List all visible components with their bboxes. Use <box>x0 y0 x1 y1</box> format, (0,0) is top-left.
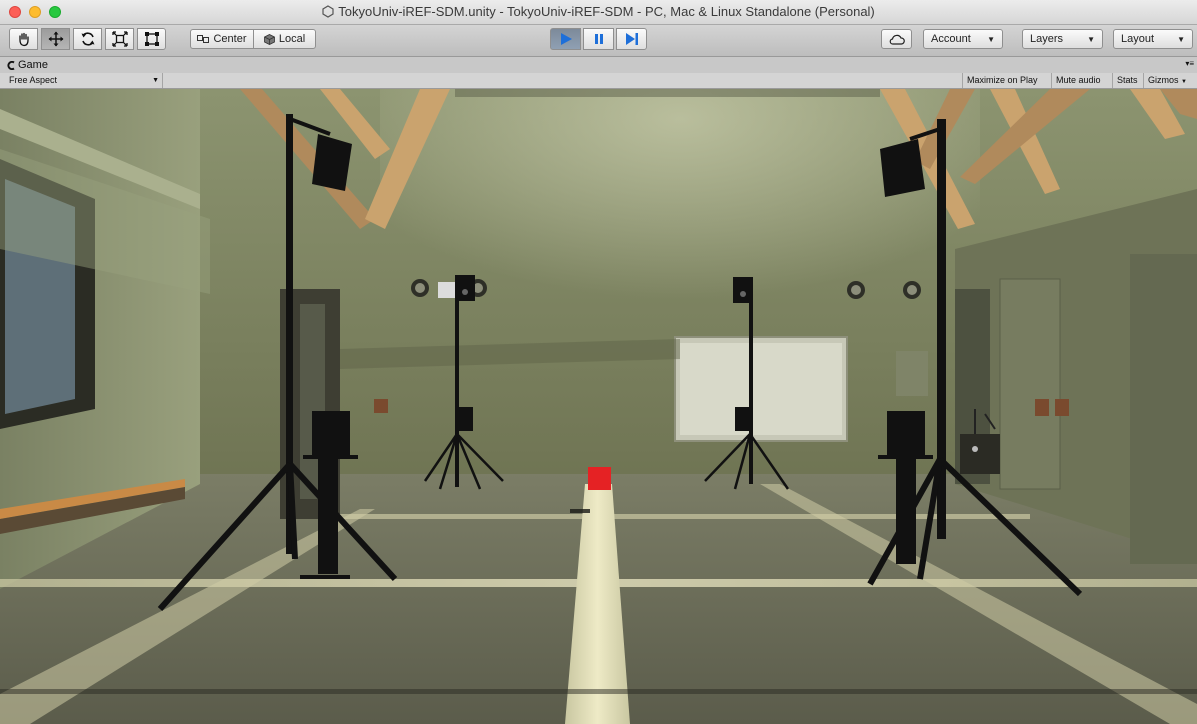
gizmos-dropdown[interactable]: Gizmos ▼ <box>1143 73 1197 88</box>
gizmos-label: Gizmos <box>1148 75 1179 85</box>
account-label: Account <box>931 33 971 45</box>
unity-document-icon <box>322 5 334 18</box>
mute-audio-toggle[interactable]: Mute audio <box>1051 73 1112 88</box>
play-icon <box>560 33 572 45</box>
hand-tool-button[interactable] <box>9 28 38 50</box>
game-viewport[interactable] <box>0 89 1197 724</box>
scene-render <box>0 89 1197 724</box>
game-view-tab-bar: Game ▾≡ <box>0 57 1197 74</box>
tab-menu-icon[interactable]: ▾≡ <box>1185 59 1194 68</box>
game-controller-icon <box>7 60 15 70</box>
dropdown-arrow-icon: ▼ <box>1181 79 1187 85</box>
main-toolbar: Center Local Account ▼ Layers ▼ Layout ▼ <box>0 25 1197 57</box>
pivot-local-label: Local <box>278 33 306 45</box>
stats-toggle[interactable]: Stats <box>1112 73 1143 88</box>
move-arrows-icon <box>48 31 63 47</box>
scale-icon <box>111 31 128 47</box>
dropdown-arrow-icon: ▼ <box>1177 34 1185 44</box>
window-titlebar: TokyoUniv-iREF-SDM.unity - TokyoUniv-iRE… <box>0 0 1197 25</box>
step-button[interactable] <box>616 28 647 50</box>
layout-dropdown[interactable]: Layout ▼ <box>1113 29 1193 49</box>
layers-dropdown[interactable]: Layers ▼ <box>1022 29 1103 49</box>
pause-icon <box>594 34 603 44</box>
rect-transform-icon <box>144 32 159 46</box>
dropdown-arrow-icon: ▼ <box>152 77 159 84</box>
maximize-on-play-label: Maximize on Play <box>967 75 1038 85</box>
pivot-icon <box>197 35 210 43</box>
layout-label: Layout <box>1121 33 1155 45</box>
dropdown-arrow-icon: ▼ <box>1087 34 1095 44</box>
aspect-label: Free Aspect <box>9 75 58 85</box>
maximize-on-play-toggle[interactable]: Maximize on Play <box>962 73 1051 88</box>
play-button[interactable] <box>550 28 581 50</box>
collab-cloud-button[interactable] <box>881 29 912 49</box>
red-cube-target <box>588 467 611 490</box>
rect-tool-button[interactable] <box>137 28 166 50</box>
tab-game[interactable]: Game <box>6 59 48 71</box>
stats-label: Stats <box>1117 75 1138 85</box>
pivot-local-toggle[interactable]: Local <box>253 29 316 49</box>
pivot-center-toggle[interactable]: Center <box>190 29 254 49</box>
layers-label: Layers <box>1030 33 1064 45</box>
rotate-tool-button[interactable] <box>73 28 102 50</box>
account-dropdown[interactable]: Account ▼ <box>923 29 1003 49</box>
cube-icon <box>263 33 275 45</box>
dropdown-arrow-icon: ▼ <box>987 34 995 44</box>
scale-tool-button[interactable] <box>105 28 134 50</box>
pivot-center-label: Center <box>213 33 247 45</box>
step-icon <box>625 33 638 45</box>
move-tool-button[interactable] <box>41 28 70 50</box>
game-tab-label: Game <box>18 59 48 71</box>
aspect-dropdown[interactable]: Free Aspect ▼ <box>0 73 163 88</box>
window-title: TokyoUniv-iREF-SDM.unity - TokyoUniv-iRE… <box>338 4 875 19</box>
hand-icon <box>18 32 29 47</box>
game-view-toolbar: Free Aspect ▼ Maximize on Play Mute audi… <box>0 73 1197 89</box>
pause-button[interactable] <box>583 28 614 50</box>
rotate-icon <box>81 32 94 46</box>
mute-audio-label: Mute audio <box>1056 75 1101 85</box>
cloud-icon <box>889 34 905 45</box>
